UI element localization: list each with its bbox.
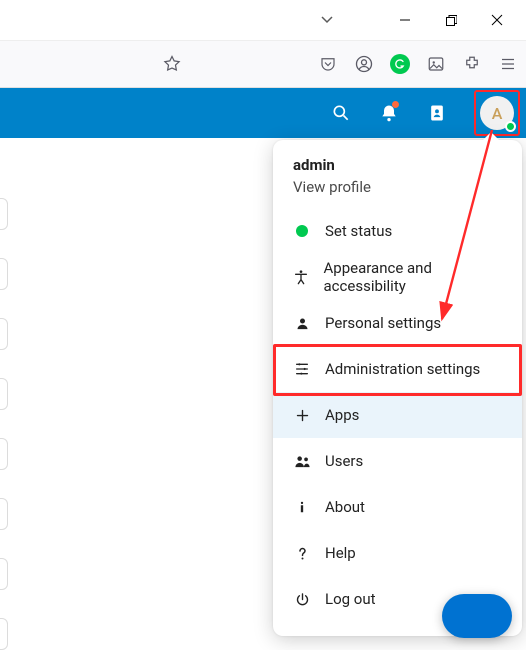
window-maximize-button[interactable]	[428, 0, 474, 40]
menu-item-label: Log out	[325, 590, 376, 608]
menu-item-label: Appearance and accessibility	[324, 259, 502, 295]
account-icon[interactable]	[354, 54, 374, 74]
notification-dot-icon	[392, 101, 399, 108]
admin-settings-icon	[293, 361, 311, 377]
avatar-highlight: A	[474, 90, 520, 136]
menu-item-about[interactable]: About	[273, 484, 522, 530]
view-profile-link[interactable]: View profile	[293, 178, 502, 196]
pocket-icon[interactable]	[318, 54, 338, 74]
menu-item-personal-settings[interactable]: Personal settings	[273, 300, 522, 346]
menu-item-set-status[interactable]: Set status	[273, 208, 522, 254]
menu-item-label: Apps	[325, 406, 359, 424]
plus-icon	[293, 408, 311, 423]
menu-item-label: About	[325, 498, 365, 516]
menu-item-administration-settings[interactable]: Administration settings	[273, 346, 522, 392]
window-titlebar	[0, 0, 526, 40]
bookmark-star-icon[interactable]	[162, 54, 182, 74]
image-icon[interactable]	[426, 54, 446, 74]
info-icon	[293, 500, 311, 514]
accessibility-icon	[293, 269, 310, 285]
background-list	[0, 198, 8, 650]
status-dot-icon	[293, 225, 311, 237]
menu-item-apps[interactable]: Apps	[273, 392, 522, 438]
floating-action-button[interactable]	[442, 594, 512, 638]
search-icon[interactable]	[330, 102, 352, 124]
contacts-icon[interactable]	[426, 102, 448, 124]
menu-item-label: Help	[325, 544, 356, 562]
grammarly-icon[interactable]	[390, 54, 410, 74]
person-icon	[293, 316, 311, 331]
window-close-button[interactable]	[474, 0, 520, 40]
menu-username: admin	[293, 156, 502, 174]
menu-item-label: Set status	[325, 222, 392, 240]
user-menu-header[interactable]: admin View profile	[273, 154, 522, 208]
power-icon	[293, 592, 311, 607]
window-minimize-button[interactable]	[382, 0, 428, 40]
help-icon	[293, 546, 311, 561]
users-icon	[293, 453, 311, 470]
user-menu: admin View profile Set status Appearance…	[273, 140, 522, 636]
hamburger-menu-icon[interactable]	[498, 54, 518, 74]
avatar-initial: A	[492, 104, 503, 123]
menu-item-help[interactable]: Help	[273, 530, 522, 576]
extensions-icon[interactable]	[462, 54, 482, 74]
user-avatar[interactable]: A	[480, 96, 514, 130]
menu-item-label: Personal settings	[325, 314, 441, 332]
browser-toolbar	[0, 40, 526, 88]
notifications-icon[interactable]	[378, 102, 400, 124]
menu-item-appearance[interactable]: Appearance and accessibility	[273, 254, 522, 300]
tabs-overflow-chevron[interactable]	[0, 13, 334, 27]
online-status-dot-icon	[505, 121, 516, 132]
app-header: A	[0, 88, 526, 138]
menu-item-label: Administration settings	[325, 360, 480, 378]
menu-item-label: Users	[325, 452, 363, 470]
menu-item-users[interactable]: Users	[273, 438, 522, 484]
